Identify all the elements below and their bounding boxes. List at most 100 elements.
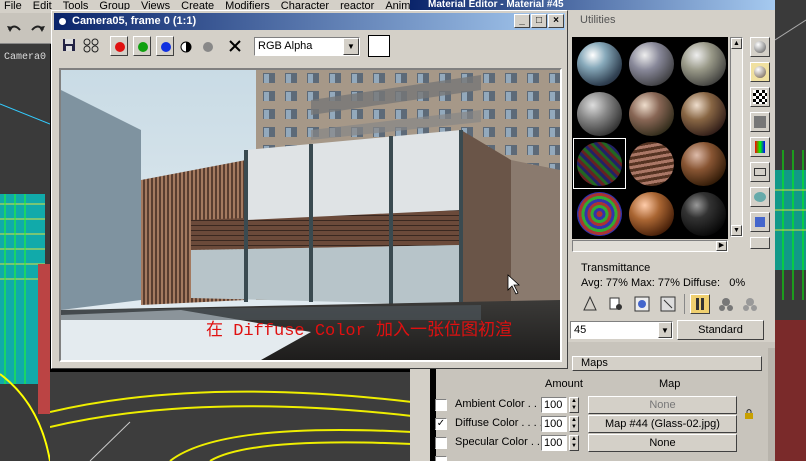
sample-slot[interactable]	[626, 139, 677, 188]
rendered-image: 在 Diffuse Color 加入一张位图初渲	[59, 68, 562, 362]
sample-slots	[572, 37, 728, 239]
redo-icon[interactable]	[30, 22, 46, 36]
amount-spinner[interactable]: ▲ ▼	[569, 416, 579, 432]
sample-slots-vertical-scrollbar[interactable]: ▲ ▼	[730, 37, 743, 237]
video-color-check-icon[interactable]	[750, 137, 770, 157]
amount-spinner[interactable]: ▲ ▼	[569, 435, 579, 451]
toolbar-separator	[684, 294, 685, 314]
scroll-down-icon[interactable]: ▼	[731, 225, 742, 236]
scroll-right-icon[interactable]: ▶	[716, 241, 727, 251]
sample-slot-active[interactable]	[573, 138, 626, 189]
specular-checkbox[interactable]	[435, 437, 447, 449]
menu-file[interactable]: File	[0, 0, 29, 13]
viewport-left[interactable]: Camera0	[0, 44, 50, 461]
material-toolbar	[572, 292, 772, 316]
minimize-icon[interactable]: _	[514, 14, 530, 28]
maximize-icon[interactable]: □	[531, 14, 547, 28]
specular-map-button[interactable]: None	[588, 434, 737, 452]
avg-label: Avg:	[581, 277, 603, 289]
material-type-button[interactable]: Standard	[677, 320, 764, 340]
sample-slot[interactable]	[678, 89, 729, 138]
amount-spinner[interactable]: ▲ ▼	[569, 397, 579, 413]
sample-slot[interactable]	[626, 189, 677, 238]
sample-slot[interactable]	[626, 89, 677, 138]
red-channel-toggle[interactable]	[110, 36, 128, 56]
ambient-checkbox[interactable]	[435, 399, 447, 411]
map-row-specular: Specular Color . . . 100 ▲ ▼ None	[435, 434, 755, 453]
material-name-field[interactable]: 45 ▼	[570, 321, 673, 339]
sample-slot[interactable]	[574, 189, 625, 238]
clone-window-icon[interactable]	[82, 37, 100, 53]
sample-uv-tiling-icon[interactable]	[750, 112, 770, 132]
diffuse-amount-field[interactable]: 100	[541, 416, 567, 432]
clear-icon[interactable]	[228, 39, 242, 53]
render-window-title: Camera05, frame 0 (1:1) _ □ ×	[54, 13, 565, 30]
chevron-down-icon[interactable]: ▼	[343, 38, 359, 55]
go-to-parent-icon[interactable]	[740, 294, 760, 314]
panel-scrollbar[interactable]	[768, 348, 775, 461]
close-icon[interactable]: ×	[548, 14, 564, 28]
max-value: 77%	[657, 277, 680, 289]
maps-rollout-header[interactable]: Maps	[572, 356, 762, 371]
channel-select-value: RGB Alpha	[258, 40, 313, 52]
transmittance-stats: Avg: 77% Max: 77% Diffuse: 0%	[581, 277, 745, 289]
sample-slot[interactable]	[678, 139, 729, 188]
ambient-map-button[interactable]: None	[588, 396, 737, 414]
reset-map-icon[interactable]	[658, 294, 678, 314]
backlight-icon[interactable]	[750, 62, 770, 82]
map-label: Ambient Color . . . .	[455, 398, 550, 410]
background-checker-icon[interactable]	[750, 87, 770, 107]
ambient-amount-field[interactable]: 100	[541, 397, 567, 413]
material-editor-title: Material Editor - Material #45	[410, 0, 775, 10]
sample-slot[interactable]	[626, 39, 677, 88]
blue-channel-icon	[161, 42, 171, 52]
render-caption: 在 Diffuse Color 加入一张位图初渲	[206, 322, 513, 341]
utilities-menu[interactable]: Utilities	[580, 14, 615, 26]
options-icon[interactable]	[750, 187, 770, 207]
alpha-channel-icon[interactable]	[202, 41, 214, 53]
map-checkbox[interactable]	[435, 456, 447, 461]
put-to-scene-icon[interactable]	[606, 294, 626, 314]
material-side-toolbar	[747, 35, 775, 250]
render-window-title-text: Camera05, frame 0 (1:1)	[72, 15, 197, 27]
sample-slot[interactable]	[574, 89, 625, 138]
diffuse-checkbox[interactable]: ✓	[435, 418, 447, 430]
make-preview-icon[interactable]	[750, 162, 770, 182]
map-label: Specular Color . . .	[455, 436, 547, 448]
scroll-up-icon[interactable]: ▲	[731, 38, 742, 49]
amount-column-header: Amount	[545, 378, 583, 390]
lock-icon[interactable]	[743, 408, 755, 420]
save-icon[interactable]	[62, 38, 76, 52]
map-row-ambient: Ambient Color . . . . 100 ▲ ▼ None	[435, 396, 755, 415]
transmittance-label: Transmittance	[581, 262, 651, 274]
assign-material-icon[interactable]	[632, 294, 652, 314]
viewport-right[interactable]	[775, 0, 806, 461]
red-channel-icon	[115, 42, 125, 52]
sample-type-sphere-icon[interactable]	[750, 37, 770, 57]
green-channel-icon	[138, 42, 148, 52]
sample-slot[interactable]	[574, 39, 625, 88]
diffuse-map-button[interactable]: Map #44 (Glass-02.jpg)	[588, 415, 737, 433]
show-end-result-icon[interactable]	[716, 294, 736, 314]
viewport-bottom[interactable]	[50, 372, 412, 461]
rendered-frame-window: Camera05, frame 0 (1:1) _ □ × RGB Alpha …	[51, 10, 568, 369]
channel-select[interactable]: RGB Alpha ▼	[254, 37, 360, 56]
undo-icon[interactable]	[6, 22, 22, 36]
material-name-value: 45	[574, 324, 587, 336]
sample-slot[interactable]	[678, 39, 729, 88]
get-material-icon[interactable]	[580, 294, 600, 314]
material-navigator-icon[interactable]	[750, 237, 770, 249]
show-map-icon[interactable]	[690, 294, 710, 314]
sample-slots-horizontal-scrollbar[interactable]: ▶	[572, 240, 728, 252]
blue-channel-toggle[interactable]	[156, 36, 174, 56]
mono-channel-icon[interactable]	[180, 41, 192, 53]
specular-amount-field[interactable]: 100	[541, 435, 567, 451]
diffuse-label: Diffuse:	[682, 277, 721, 289]
select-by-material-icon[interactable]	[750, 212, 770, 232]
color-swatch[interactable]	[368, 35, 390, 57]
render-toolbar: RGB Alpha ▼	[54, 32, 565, 62]
sample-slot[interactable]	[678, 189, 729, 238]
green-channel-toggle[interactable]	[133, 36, 151, 56]
chevron-down-icon[interactable]: ▼	[658, 322, 672, 338]
map-row-partial	[435, 453, 755, 461]
